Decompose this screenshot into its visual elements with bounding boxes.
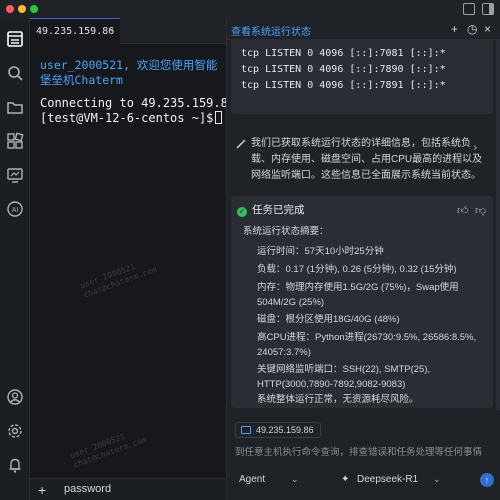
thumbs-down-icon[interactable]: 👎︎ [475,204,486,217]
model-dropdown[interactable]: Deepseek-R1 [357,474,418,485]
watermark: user_2000521 chat@chaterm.com [78,262,158,300]
chevron-down-icon[interactable]: ⌄ [433,474,441,485]
terminal-cursor [215,111,223,124]
code-line: tcp LISTEN 0 4096 [::]:7891 [::]:* [241,80,446,91]
terminal-input-bar: + password [30,478,226,500]
close-tab-icon[interactable]: × [108,25,114,36]
send-button[interactable]: ↑ [480,473,494,487]
monitor-icon [241,426,251,434]
new-chat-icon[interactable]: + [451,22,458,36]
chat-panel-header: 查看系统运行状态 + ◷ × [227,18,500,42]
task-complete-header: ✓ 任务已完成 [237,202,305,217]
summary-item: 内存：物理内存使用1.5G/2G (75%)，Swap使用504M/2G (25… [257,282,459,308]
shell-prompt: [test@VM-12-6-centos ~]$ [40,111,214,125]
thumbs-up-icon[interactable]: 👍︎ [457,204,469,217]
magic-wand-icon [235,138,247,150]
remote-monitor-icon[interactable] [6,166,24,184]
extensions-icon[interactable] [6,132,24,150]
summary-item: 磁盘：根分区使用18G/40G (48%) [257,314,400,325]
welcome-message: user_2000521, 欢迎您使用智能堡垒机Chaterm [40,58,218,87]
sparkle-icon: ✦ [341,474,350,485]
ai-chat-panel: 查看系统运行状态 + ◷ × tcp LISTEN 0 4096 [::]:70… [226,18,500,500]
history-icon[interactable]: ◷ [467,22,477,36]
chevron-right-icon[interactable]: › [473,140,477,156]
ai-icon[interactable]: AI [6,200,24,218]
assistant-message-text: 我们已获取系统运行状态的详细信息，包括系统负载、内存使用、磁盘空间、占用CPU最… [251,138,483,181]
check-circle-icon: ✓ [237,207,247,217]
bell-icon[interactable] [6,456,24,474]
summary-item: 负载：0.17 (1分钟), 0.26 (5分钟), 0.32 (15分钟) [257,264,457,275]
split-layout-icon[interactable] [463,3,475,15]
svg-text:AI: AI [12,207,19,214]
close-panel-icon[interactable]: × [484,22,491,36]
chevron-down-icon[interactable]: ⌄ [291,474,299,485]
code-line: tcp LISTEN 0 4096 [::]:7081 [::]:* [241,48,446,59]
terminal-icon[interactable] [6,30,24,48]
terminal-tab[interactable]: 49.235.159.86 × [30,18,120,44]
folder-icon[interactable] [6,98,24,116]
close-window-button[interactable] [6,5,14,13]
connecting-line: Connecting to 49.235.159.86 [40,96,236,110]
add-icon[interactable]: + [38,482,46,498]
panel-toggle-icon[interactable] [482,3,494,15]
password-input[interactable]: password [64,483,111,495]
summary-item: 高CPU进程：Python进程(26730:9.5%, 26586:8.5%, … [257,332,477,358]
terminal-pane[interactable]: 49.235.159.86 × user_2000521, 欢迎您使用智能堡垒机… [30,18,235,500]
command-output-block: tcp LISTEN 0 4096 [::]:7081 [::]:* tcp L… [231,40,493,114]
shell-prompt-line[interactable]: [test@VM-12-6-centos ~]$ [40,111,223,125]
summary-item: 系统整体运行正常，无资源耗尽风险。 [257,394,419,405]
search-icon[interactable] [6,64,24,82]
chat-input[interactable]: 到任意主机执行命令查询，排查错误和任务处理等任何事情 [235,444,482,458]
code-line: tcp LISTEN 0 4096 [::]:7890 [::]:* [241,64,446,75]
gear-icon[interactable] [6,422,24,440]
task-complete-card: ✓ 任务已完成 👍︎ 👎︎ 系统运行状态摘要： 运行时间：57天10小时25分钟 … [231,196,493,408]
task-complete-title: 任务已完成 [252,204,305,216]
host-chip[interactable]: 49.235.159.86 [235,422,321,438]
terminal-tab-bar: 49.235.159.86 × [30,18,226,44]
terminal-tab-label: 49.235.159.86 [36,26,115,37]
user-icon[interactable] [6,388,24,406]
summary-item: 运行时间：57天10小时25分钟 [257,246,384,257]
minimize-window-button[interactable] [18,5,26,13]
watermark: user_2000521 chat@chaterm.com [68,432,148,470]
summary-title: 系统运行状态摘要： [243,226,329,237]
assistant-message: 我们已获取系统运行状态的详细信息，包括系统负载、内存使用、磁盘空间、占用CPU最… [235,136,489,184]
summary-item: 关键网络监听端口：SSH(22), SMTP(25), HTTP(3000,78… [257,364,431,390]
scrollbar[interactable] [496,40,500,410]
title-bar [0,0,500,18]
maximize-window-button[interactable] [30,5,38,13]
activity-bar: AI [0,18,30,500]
mode-dropdown[interactable]: Agent [239,474,265,485]
host-chip-label: 49.235.159.86 [256,425,314,435]
